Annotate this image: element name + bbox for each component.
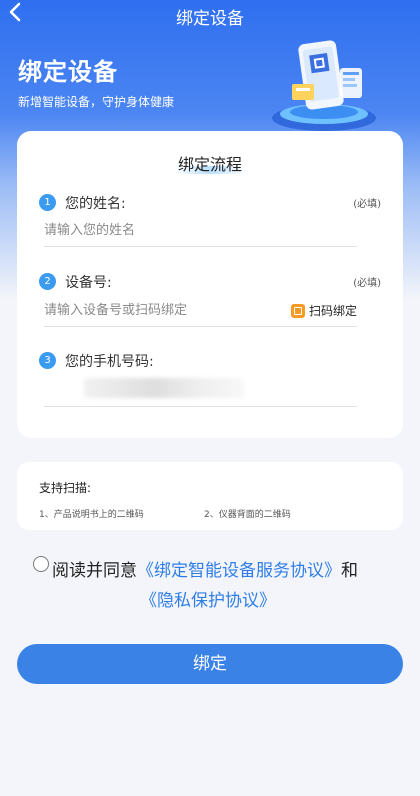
agreement-and: 和 [341, 561, 358, 581]
scan-icon [290, 303, 305, 318]
support-item: 1、产品说明书上的二维码 [39, 510, 144, 520]
required-tag: (必填) [353, 199, 381, 210]
card-title: 绑定流程 [17, 151, 403, 175]
nav-title: 绑定设备 [176, 9, 244, 29]
name-field [44, 216, 357, 247]
device-input[interactable] [44, 296, 274, 324]
support-title: 支持扫描: [39, 481, 92, 495]
nav-bar: 绑定设备 [0, 0, 420, 30]
step-number-3: 3 [39, 352, 56, 369]
support-scan-card: 支持扫描: 1、产品说明书上的二维码 2、仪器背面的二维码 [17, 462, 403, 530]
support-item: 2、仪器背面的二维码 [204, 510, 291, 520]
device-label: 设备号: [65, 275, 112, 291]
agreement-text-line2: 《隐私保护协议》 [33, 586, 393, 616]
bind-process-card: 绑定流程 1 您的姓名: (必填) 2 设备号: (必填) 扫码绑定 3 您的手… [17, 131, 403, 438]
name-input[interactable] [44, 216, 274, 244]
agree-radio[interactable] [33, 556, 49, 572]
required-tag: (必填) [353, 278, 381, 289]
phone-qr-illustration-icon [262, 34, 388, 134]
phone-number-redacted [84, 378, 244, 398]
scan-bind-label: 扫码绑定 [308, 304, 357, 318]
agreement-text: 阅读并同意《绑定智能设备服务协议》和 [33, 556, 393, 586]
bind-button[interactable]: 绑定 [17, 644, 403, 684]
name-label: 您的姓名: [65, 196, 126, 212]
hero-title: 绑定设备 [18, 58, 118, 86]
scan-bind-button[interactable]: 扫码绑定 [290, 302, 357, 319]
phone-field[interactable] [44, 376, 357, 407]
hero-subtitle: 新增智能设备，守护身体健康 [18, 95, 175, 109]
service-agreement-link[interactable]: 《绑定智能设备服务协议》 [137, 561, 341, 581]
privacy-agreement-link[interactable]: 《隐私保护协议》 [140, 591, 276, 611]
device-field: 扫码绑定 [44, 296, 357, 327]
agreement-section: 阅读并同意《绑定智能设备服务协议》和 《隐私保护协议》 [33, 556, 393, 616]
phone-label: 您的手机号码: [65, 354, 154, 370]
step-number-1: 1 [39, 194, 56, 211]
step-number-2: 2 [39, 273, 56, 290]
agreement-prefix: 阅读并同意 [52, 561, 137, 581]
card-title-text: 绑定流程 [177, 155, 242, 174]
